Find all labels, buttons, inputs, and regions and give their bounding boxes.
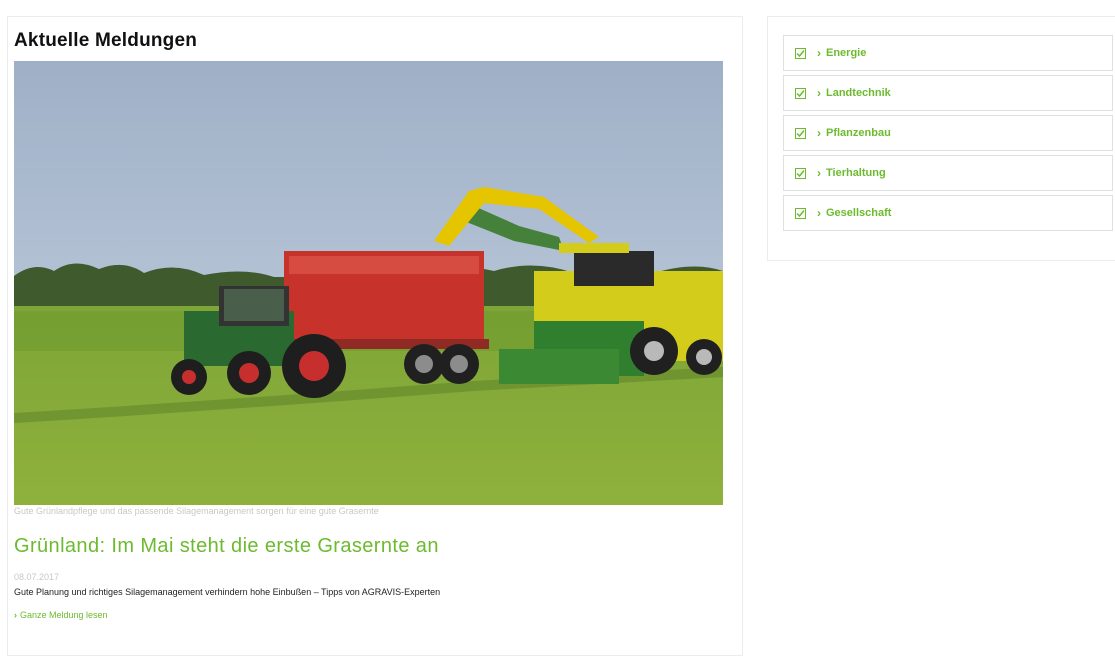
filter-label: Landtechnik [826,87,891,99]
chevron-right-icon: › [817,46,821,60]
filter-item-pflanzenbau[interactable]: › Pflanzenbau [783,115,1113,151]
image-caption: Gute Grünlandpflege und das passende Sil… [14,506,379,516]
chevron-right-icon: › [817,126,821,140]
article-teaser: Gute Planung und richtiges Silagemanagem… [14,587,441,597]
checkbox-checked-icon[interactable] [795,87,806,99]
chevron-right-icon: › [817,86,821,100]
page-title: Aktuelle Meldungen [14,30,198,51]
checkbox-checked-icon[interactable] [795,47,806,59]
checkbox-checked-icon[interactable] [795,167,806,179]
filter-item-energie[interactable]: › Energie [783,35,1113,71]
filter-label: Pflanzenbau [826,127,891,139]
news-image[interactable] [14,61,723,505]
chevron-right-icon: › [817,206,821,220]
chevron-right-icon: › [817,166,821,180]
checkbox-checked-icon[interactable] [795,207,806,219]
filter-label: Energie [826,47,867,59]
read-more-link[interactable]: › Ganze Meldung lesen [14,610,108,620]
filter-label: Tierhaltung [826,167,886,179]
chevron-right-icon: › [14,610,17,620]
filter-item-gesellschaft[interactable]: › Gesellschaft [783,195,1113,231]
filter-item-landtechnik[interactable]: › Landtechnik [783,75,1113,111]
checkbox-checked-icon[interactable] [795,127,806,139]
category-filter-panel: › Energie › Landtechnik › Pflanzenbau › … [767,16,1115,261]
article-date: 08.07.2017 [14,572,60,582]
read-more-label: Ganze Meldung lesen [20,610,108,620]
filter-label: Gesellschaft [826,207,892,219]
article-headline[interactable]: Grünland: Im Mai steht die erste Grasern… [14,535,439,558]
filter-item-tierhaltung[interactable]: › Tierhaltung [783,155,1113,191]
